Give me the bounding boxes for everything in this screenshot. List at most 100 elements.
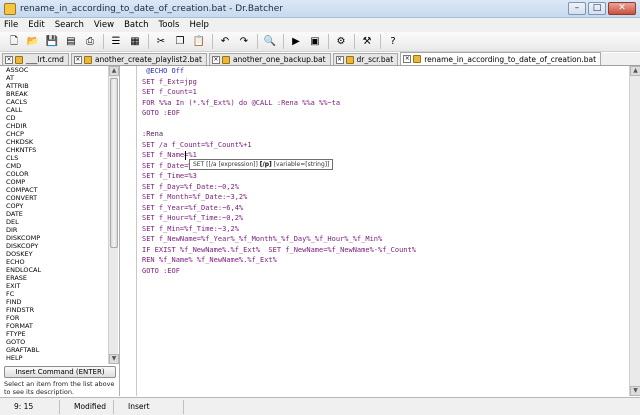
code-line: @ECHO Off [142, 67, 185, 75]
run-console-icon[interactable]: ▣ [307, 34, 323, 50]
command-list-item[interactable]: BREAK [2, 90, 106, 98]
menu-bar: File Edit Search View Batch Tools Help [0, 18, 640, 32]
command-list-item[interactable]: CALL [2, 106, 106, 114]
insert-mode-status: Insert [114, 399, 184, 414]
command-list-item[interactable]: CHDIR [2, 122, 106, 130]
tab-2[interactable]: × another_create_playlist2.bat [70, 53, 207, 65]
command-list-item[interactable]: ASSOC [2, 66, 106, 74]
command-list-item[interactable]: CHKNTFS [2, 146, 106, 154]
menu-batch[interactable]: Batch [124, 20, 148, 30]
command-list-item[interactable]: EXIT [2, 282, 106, 290]
command-list-item[interactable]: CD [2, 114, 106, 122]
command-list-item[interactable]: FINDSTR [2, 306, 106, 314]
command-list-item[interactable]: COMPACT [2, 186, 106, 194]
menu-view[interactable]: View [94, 20, 114, 30]
app-icon [4, 2, 16, 15]
tab-4[interactable]: × dr_scr.bat [332, 53, 399, 65]
undo-icon[interactable]: ↶ [217, 34, 233, 50]
insert-command-button[interactable]: Insert Command (ENTER) [4, 366, 116, 378]
view-list-icon[interactable]: ☰ [108, 34, 124, 50]
command-list-item[interactable]: CHCP [2, 130, 106, 138]
status-bar: 9: 15 Modified Insert [0, 397, 640, 415]
command-list-item[interactable]: FIND [2, 298, 106, 306]
command-list[interactable]: ASSOC AT ATTRIB BREAK CACLS CALL CD CHDIR CHCP CH… [2, 66, 106, 364]
tab-close-icon[interactable]: × [5, 55, 13, 64]
command-list-item[interactable]: DISKCOMP [2, 234, 106, 242]
scroll-up-icon[interactable]: ▲ [630, 66, 640, 76]
command-list-item[interactable]: DEL [2, 218, 106, 226]
command-list-item[interactable]: FOR [2, 314, 106, 322]
maximize-button[interactable]: □ [588, 2, 606, 15]
scroll-thumb[interactable] [110, 78, 118, 248]
tab-close-icon[interactable]: × [211, 55, 220, 64]
save-all-icon[interactable]: ▤ [63, 34, 79, 50]
command-list-item[interactable]: HELP [2, 354, 106, 362]
cut-icon[interactable]: ✂ [153, 34, 169, 50]
tab-1[interactable]: × ___lrt.cmd [2, 53, 69, 65]
code-editor[interactable]: @ECHO Off SET f_Ext=jpg SET f_Count=1 FOR %… [121, 66, 628, 396]
command-list-item[interactable]: COMP [2, 178, 106, 186]
scroll-down-icon[interactable]: ▼ [630, 386, 640, 396]
command-list-scrollbar[interactable]: ▲ ▼ [108, 66, 119, 364]
code-line: SET f_Year=%f_Date:~6,4% [142, 203, 244, 212]
batch-file-icon [83, 55, 92, 64]
help-icon[interactable]: ? [385, 34, 401, 50]
code-line: GOTO :EOF [142, 266, 180, 275]
command-list-item[interactable]: CONVERT [2, 194, 106, 202]
command-list-item[interactable]: FTYPE [2, 330, 106, 338]
command-list-item[interactable]: CMD [2, 162, 106, 170]
open-folder-icon[interactable]: 📂 [25, 34, 41, 50]
scroll-down-icon[interactable]: ▼ [109, 354, 119, 364]
menu-help[interactable]: Help [189, 20, 208, 30]
save-icon[interactable]: 💾 [44, 34, 60, 50]
command-list-item[interactable]: GOTO [2, 338, 106, 346]
command-list-item[interactable]: COPY [2, 202, 106, 210]
redo-icon[interactable]: ↷ [236, 34, 252, 50]
make-exe-icon[interactable]: ⚙ [333, 34, 349, 50]
command-list-item[interactable]: AT [2, 74, 106, 82]
tab-close-icon[interactable]: × [335, 55, 344, 64]
command-list-item[interactable]: COLOR [2, 170, 106, 178]
view-details-icon[interactable]: ▦ [127, 34, 143, 50]
editor-scrollbar[interactable]: ▲ ▼ [629, 66, 640, 396]
code-line: SET f_Min=%f_Time:~3,2% [142, 224, 239, 233]
close-button[interactable]: ✕ [608, 2, 636, 15]
copy-icon[interactable]: ❐ [172, 34, 188, 50]
menu-edit[interactable]: Edit [28, 20, 44, 30]
code-line: GOTO :EOF [142, 109, 180, 117]
run-icon[interactable]: ▶ [288, 34, 304, 50]
command-list-item[interactable]: DATE [2, 210, 106, 218]
scroll-up-icon[interactable]: ▲ [109, 66, 119, 76]
new-file-icon[interactable]: 🗋 [6, 34, 22, 50]
tab-label: another_create_playlist2.bat [94, 55, 202, 64]
tab-close-icon[interactable]: × [73, 55, 82, 64]
command-list-item[interactable]: CACLS [2, 98, 106, 106]
menu-file[interactable]: File [4, 20, 18, 30]
minimize-button[interactable]: – [568, 2, 586, 15]
command-list-item[interactable]: FORMAT [2, 322, 106, 330]
tab-close-icon[interactable]: × [403, 55, 412, 63]
paste-icon[interactable]: 📋 [191, 34, 207, 50]
command-list-item[interactable]: DOSKEY [2, 250, 106, 258]
command-list-item[interactable]: CLS [2, 154, 106, 162]
code-area[interactable]: @ECHO Off SET f_Ext=jpg SET f_Count=1 FOR %… [142, 66, 622, 276]
batch-file-icon [15, 55, 23, 64]
command-list-item[interactable]: ERASE [2, 274, 106, 282]
print-icon[interactable]: ⎙ [82, 34, 98, 50]
command-list-item[interactable]: CHKDSK [2, 138, 106, 146]
find-icon[interactable]: 🔍 [262, 34, 278, 50]
command-list-item[interactable]: ATTRIB [2, 82, 106, 90]
code-line: FOR %%a In (*.%f_Ext%) do @CALL :Rena %%… [142, 98, 341, 107]
command-list-item[interactable]: ECHO [2, 258, 106, 266]
document-tabs: × ___lrt.cmd × another_create_playlist2.bat… [0, 52, 640, 66]
command-list-item[interactable]: FC [2, 290, 106, 298]
tab-5[interactable]: × rename_in_according_to_date_of_creation… [400, 52, 602, 65]
tab-3[interactable]: × another_one_backup.bat [208, 53, 331, 65]
command-list-item[interactable]: DIR [2, 226, 106, 234]
command-list-item[interactable]: GRAFTABL [2, 346, 106, 354]
command-list-item[interactable]: ENDLOCAL [2, 266, 106, 274]
menu-search[interactable]: Search [55, 20, 84, 30]
menu-tools[interactable]: Tools [159, 20, 180, 30]
tools-dropdown-icon[interactable]: ⚒ [359, 34, 375, 50]
command-list-item[interactable]: DISKCOPY [2, 242, 106, 250]
